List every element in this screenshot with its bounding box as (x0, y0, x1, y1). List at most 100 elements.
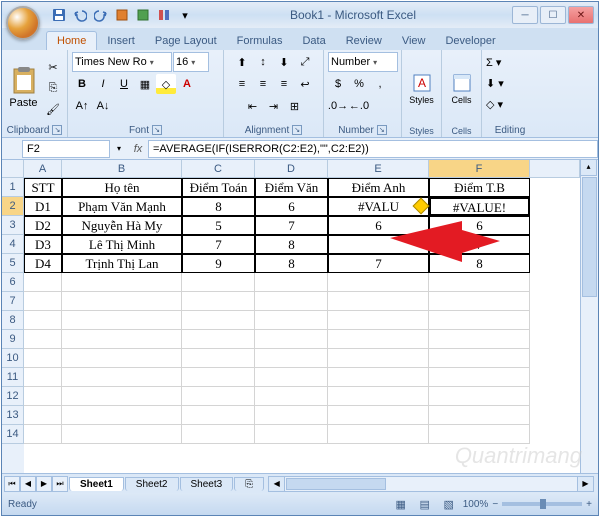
name-box[interactable]: F2 (22, 140, 110, 158)
cell[interactable] (328, 387, 429, 406)
cell[interactable]: D1 (24, 197, 62, 216)
cell[interactable] (24, 349, 62, 368)
scroll-thumb[interactable] (582, 177, 597, 297)
cell[interactable] (62, 368, 182, 387)
tab-page-layout[interactable]: Page Layout (145, 32, 227, 50)
cell[interactable] (255, 406, 328, 425)
row-header[interactable]: 7 (2, 292, 24, 311)
format-painter-button[interactable]: 🖌 (43, 99, 63, 119)
row-header[interactable]: 8 (2, 311, 24, 330)
page-break-view-button[interactable]: ▧ (439, 494, 459, 514)
fill-color-button[interactable]: ◇ (156, 74, 176, 94)
tab-view[interactable]: View (392, 32, 436, 50)
cell[interactable]: Phạm Văn Mạnh (62, 197, 182, 216)
cell[interactable] (429, 368, 530, 387)
underline-button[interactable]: U (114, 74, 134, 94)
cell[interactable]: Trịnh Thị Lan (62, 254, 182, 273)
cell[interactable] (24, 368, 62, 387)
cells-button[interactable]: Cells (446, 58, 477, 120)
cell[interactable]: Lê Thị Minh (62, 235, 182, 254)
cell[interactable]: Điểm Văn (255, 178, 328, 197)
copy-button[interactable]: ⎘ (43, 78, 63, 98)
cell[interactable] (182, 330, 255, 349)
cell[interactable]: 6 (255, 197, 328, 216)
align-bottom-button[interactable]: ⬇ (274, 52, 294, 72)
cell[interactable] (328, 368, 429, 387)
qat-icon[interactable] (113, 6, 131, 24)
cell[interactable]: #VALUE! (429, 197, 530, 216)
launcher-icon[interactable]: ↘ (52, 125, 62, 135)
align-top-button[interactable]: ⬆ (232, 52, 252, 72)
column-header[interactable]: E (328, 160, 429, 178)
column-header[interactable]: C (182, 160, 255, 178)
cell[interactable] (62, 330, 182, 349)
row-header[interactable]: 9 (2, 330, 24, 349)
cell[interactable] (255, 311, 328, 330)
currency-button[interactable]: $ (328, 74, 348, 94)
cell[interactable] (62, 406, 182, 425)
launcher-icon[interactable]: ↘ (152, 125, 162, 135)
fx-button[interactable]: fx (128, 143, 148, 155)
first-sheet-button[interactable]: ⏮ (4, 476, 20, 492)
tab-insert[interactable]: Insert (97, 32, 145, 50)
cell[interactable] (328, 235, 429, 254)
cell[interactable] (62, 311, 182, 330)
cell[interactable] (255, 273, 328, 292)
fill-button[interactable]: ⬇ ▾ (486, 73, 534, 93)
office-button[interactable] (6, 6, 40, 40)
row-header[interactable]: 6 (2, 273, 24, 292)
cell[interactable] (429, 273, 530, 292)
align-center-button[interactable]: ≡ (253, 74, 273, 94)
cell[interactable]: 7 (182, 235, 255, 254)
cell[interactable]: D3 (24, 235, 62, 254)
row-header[interactable]: 3 (2, 216, 24, 235)
cell[interactable] (24, 292, 62, 311)
border-button[interactable]: ▦ (135, 74, 155, 94)
cell[interactable] (255, 292, 328, 311)
decrease-decimal-button[interactable]: ←.0 (349, 96, 369, 116)
cell[interactable]: D4 (24, 254, 62, 273)
row-header[interactable]: 14 (2, 425, 24, 444)
cell[interactable]: Điểm Toán (182, 178, 255, 197)
cell[interactable]: STT (24, 178, 62, 197)
cell[interactable] (182, 292, 255, 311)
cell[interactable] (255, 330, 328, 349)
page-layout-view-button[interactable]: ▤ (415, 494, 435, 514)
qat-dropdown-icon[interactable]: ▾ (176, 6, 194, 24)
cell[interactable] (328, 330, 429, 349)
clear-button[interactable]: ◇ ▾ (486, 94, 534, 114)
zoom-slider[interactable] (502, 502, 582, 506)
cell[interactable]: Điểm T.B (429, 178, 530, 197)
cell[interactable]: Điểm Anh (328, 178, 429, 197)
cell[interactable]: 7 (429, 235, 530, 254)
increase-decimal-button[interactable]: .0→ (328, 96, 348, 116)
cell[interactable]: 8 (255, 235, 328, 254)
font-name-combo[interactable]: Times New Ro▾ (72, 52, 172, 72)
paste-button[interactable]: Paste (6, 57, 41, 119)
cell[interactable] (328, 292, 429, 311)
cell[interactable] (24, 311, 62, 330)
column-header[interactable]: F (429, 160, 530, 178)
cell[interactable] (62, 387, 182, 406)
cell[interactable] (328, 406, 429, 425)
cell[interactable] (24, 387, 62, 406)
row-header[interactable]: 12 (2, 387, 24, 406)
cell[interactable] (24, 330, 62, 349)
merge-button[interactable]: ⊞ (285, 96, 305, 116)
percent-button[interactable]: % (349, 74, 369, 94)
scroll-thumb[interactable] (286, 478, 386, 490)
cell[interactable] (429, 425, 530, 444)
align-middle-button[interactable]: ↕ (253, 52, 273, 72)
formula-input[interactable]: =AVERAGE(IF(ISERROR(C2:E2),"",C2:E2)) (148, 140, 598, 158)
italic-button[interactable]: I (93, 74, 113, 94)
row-header[interactable]: 13 (2, 406, 24, 425)
cell[interactable] (429, 292, 530, 311)
undo-icon[interactable] (71, 6, 89, 24)
sheet-tab[interactable]: Sheet3 (180, 477, 234, 491)
tab-review[interactable]: Review (336, 32, 392, 50)
align-right-button[interactable]: ≡ (274, 74, 294, 94)
zoom-in-button[interactable]: + (586, 499, 592, 510)
minimize-button[interactable]: ─ (512, 6, 538, 24)
qat-icon[interactable] (155, 6, 173, 24)
cell[interactable] (62, 292, 182, 311)
